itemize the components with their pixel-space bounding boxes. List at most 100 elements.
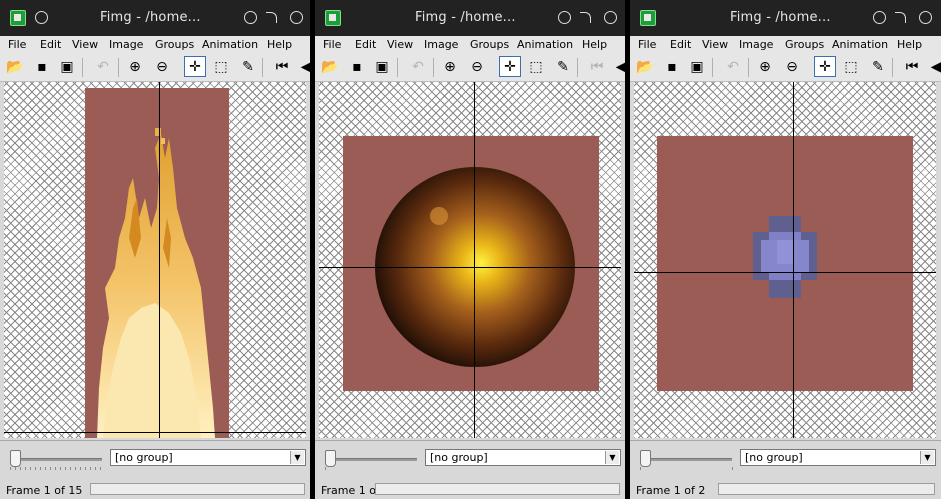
menu-image[interactable]: Image (739, 38, 773, 51)
menu-bar: File Edit View Image Groups Animation He… (0, 36, 310, 54)
group-dropdown-value: [no group] (430, 451, 488, 464)
first-frame-icon[interactable]: ⏮ (272, 57, 292, 77)
zoom-out-icon[interactable]: ⊖ (152, 57, 172, 77)
frame-slider[interactable] (325, 458, 417, 461)
title-bar[interactable]: Fimg - /home... (0, 0, 310, 36)
menu-groups[interactable]: Groups (785, 38, 824, 51)
fimg-window-2: Fimg - /home... File Edit View Image Gro… (315, 0, 625, 499)
frame-slider[interactable] (640, 458, 732, 461)
undo-icon[interactable]: ↶ (723, 57, 743, 77)
menu-edit[interactable]: Edit (355, 38, 376, 51)
group-dropdown[interactable]: [no group] ▼ (110, 449, 306, 466)
crosshair-horizontal (634, 272, 936, 273)
save-as-icon[interactable]: ▣ (57, 57, 77, 77)
eyedropper-icon[interactable]: ✎ (868, 57, 888, 77)
menu-view[interactable]: View (702, 38, 728, 51)
open-folder-icon[interactable]: 📂 (320, 57, 340, 77)
toolbar: 📂 ▪ ▣ ↶ ⊕ ⊖ ✛ ⬚ ✎ ⏮ ◀ (0, 54, 310, 82)
image-canvas[interactable] (634, 82, 936, 438)
crosshair-icon[interactable]: ✛ (499, 56, 521, 77)
crosshair-icon[interactable]: ✛ (184, 56, 206, 77)
image-canvas[interactable] (319, 82, 621, 438)
first-frame-icon[interactable]: ⏮ (902, 57, 922, 77)
crosshair-icon[interactable]: ✛ (814, 56, 836, 77)
undo-icon[interactable]: ↶ (93, 57, 113, 77)
crosshair-horizontal (4, 432, 306, 433)
menu-image[interactable]: Image (424, 38, 458, 51)
prev-frame-icon[interactable]: ◀ (296, 57, 310, 77)
group-dropdown[interactable]: [no group] ▼ (740, 449, 936, 466)
close-button-icon[interactable] (919, 11, 932, 24)
slider-ticks (325, 467, 327, 470)
chevron-down-icon[interactable]: ▼ (920, 451, 934, 464)
eyedropper-icon[interactable]: ✎ (553, 57, 573, 77)
menu-edit[interactable]: Edit (40, 38, 61, 51)
select-rect-icon[interactable]: ⬚ (841, 57, 861, 77)
menu-groups[interactable]: Groups (155, 38, 194, 51)
zoom-out-icon[interactable]: ⊖ (782, 57, 802, 77)
minimize-button-icon[interactable] (558, 11, 571, 24)
open-folder-icon[interactable]: 📂 (635, 57, 655, 77)
select-rect-icon[interactable]: ⬚ (211, 57, 231, 77)
close-button-icon[interactable] (290, 11, 303, 24)
zoom-out-icon[interactable]: ⊖ (467, 57, 487, 77)
fimg-window-1: Fimg - /home... File Edit View Image Gro… (0, 0, 310, 499)
window-title: Fimg - /home... (730, 10, 831, 25)
prev-frame-icon[interactable]: ◀ (926, 57, 941, 77)
save-icon[interactable]: ▪ (662, 57, 682, 77)
save-as-icon[interactable]: ▣ (687, 57, 707, 77)
frame-slider[interactable] (10, 458, 102, 461)
maximize-button-icon[interactable] (895, 12, 906, 23)
prev-frame-icon[interactable]: ◀ (611, 57, 625, 77)
menu-file[interactable]: File (323, 38, 341, 51)
save-icon[interactable]: ▪ (32, 57, 52, 77)
maximize-button-icon[interactable] (266, 12, 277, 23)
menu-animation[interactable]: Animation (202, 38, 258, 51)
menu-help[interactable]: Help (267, 38, 292, 51)
minimize-button-icon[interactable] (244, 11, 257, 24)
crosshair-vertical (793, 82, 794, 438)
save-as-icon[interactable]: ▣ (372, 57, 392, 77)
eyedropper-icon[interactable]: ✎ (238, 57, 258, 77)
menu-animation[interactable]: Animation (517, 38, 573, 51)
sticky-button-icon[interactable] (35, 11, 48, 24)
menu-file[interactable]: File (638, 38, 656, 51)
close-button-icon[interactable] (604, 11, 617, 24)
sprite-image-orb (343, 136, 599, 391)
fimg-window-3: Fimg - /home... File Edit View Image Gro… (630, 0, 941, 499)
first-frame-icon[interactable]: ⏮ (587, 57, 607, 77)
group-dropdown[interactable]: [no group] ▼ (425, 449, 621, 466)
menu-help[interactable]: Help (582, 38, 607, 51)
select-rect-icon[interactable]: ⬚ (526, 57, 546, 77)
maximize-button-icon[interactable] (580, 12, 591, 23)
menu-edit[interactable]: Edit (670, 38, 691, 51)
menu-groups[interactable]: Groups (470, 38, 509, 51)
frame-slider-handle[interactable] (10, 450, 21, 467)
app-icon (640, 10, 656, 26)
menu-view[interactable]: View (72, 38, 98, 51)
crosshair-horizontal (319, 267, 621, 268)
toolbar: 📂 ▪ ▣ ↶ ⊕ ⊖ ✛ ⬚ ✎ ⏮ ◀ (315, 54, 625, 82)
image-canvas[interactable] (4, 82, 306, 438)
menu-image[interactable]: Image (109, 38, 143, 51)
zoom-in-icon[interactable]: ⊕ (440, 57, 460, 77)
chevron-down-icon[interactable]: ▼ (605, 451, 619, 464)
window-title: Fimg - /home... (415, 10, 516, 25)
title-bar[interactable]: Fimg - /home... (315, 0, 625, 36)
menu-view[interactable]: View (387, 38, 413, 51)
menu-animation[interactable]: Animation (832, 38, 888, 51)
zoom-in-icon[interactable]: ⊕ (125, 57, 145, 77)
undo-icon[interactable]: ↶ (408, 57, 428, 77)
zoom-in-icon[interactable]: ⊕ (755, 57, 775, 77)
menu-file[interactable]: File (8, 38, 26, 51)
save-icon[interactable]: ▪ (347, 57, 367, 77)
window-title: Fimg - /home... (100, 10, 201, 25)
blue-dot-sprite (753, 216, 817, 298)
title-bar[interactable]: Fimg - /home... (630, 0, 941, 36)
minimize-button-icon[interactable] (873, 11, 886, 24)
open-folder-icon[interactable]: 📂 (5, 57, 25, 77)
menu-help[interactable]: Help (897, 38, 922, 51)
frame-slider-handle[interactable] (640, 450, 651, 467)
chevron-down-icon[interactable]: ▼ (290, 451, 304, 464)
frame-slider-handle[interactable] (325, 450, 336, 467)
